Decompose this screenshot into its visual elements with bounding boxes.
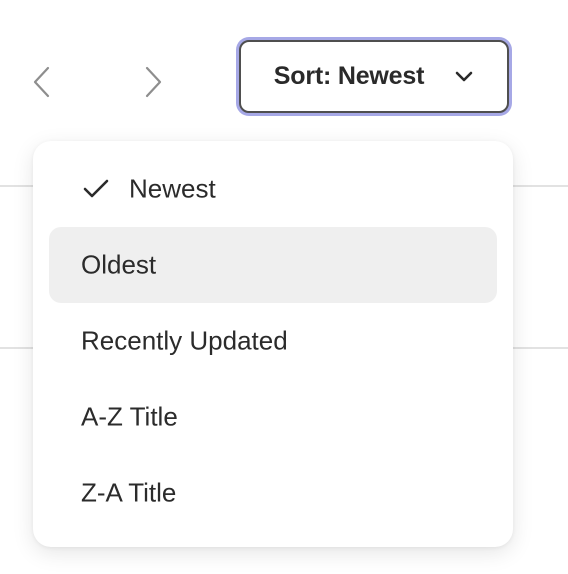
checkmark-icon	[83, 179, 109, 198]
sort-option-a-z-title[interactable]: A-Z Title	[49, 379, 497, 455]
sort-option-label: Z-A Title	[81, 477, 177, 508]
sort-option-label: Recently Updated	[81, 325, 288, 356]
sort-button-label: Sort: Newest	[273, 62, 425, 90]
previous-button[interactable]	[20, 60, 64, 104]
chevron-left-icon	[33, 66, 50, 98]
chevron-down-icon	[454, 70, 474, 84]
sort-option-label: Newest	[129, 173, 216, 204]
sort-option-recently-updated[interactable]: Recently Updated	[49, 303, 497, 379]
sort-option-oldest[interactable]: Oldest	[49, 227, 497, 303]
sort-option-newest[interactable]: Newest	[49, 151, 497, 227]
sort-options-menu: Newest Oldest Recently Updated A-Z Title…	[33, 141, 513, 547]
sort-option-label: Oldest	[81, 249, 157, 280]
sort-dropdown-button[interactable]: Sort: Newest	[239, 40, 509, 113]
sort-option-label: A-Z Title	[81, 401, 178, 432]
chevron-right-icon	[145, 66, 162, 98]
sort-option-z-a-title[interactable]: Z-A Title	[49, 455, 497, 531]
sort-toolbar-area: Sort: Newest Newest Oldest Recently Upda…	[0, 0, 568, 574]
next-button[interactable]	[131, 60, 175, 104]
